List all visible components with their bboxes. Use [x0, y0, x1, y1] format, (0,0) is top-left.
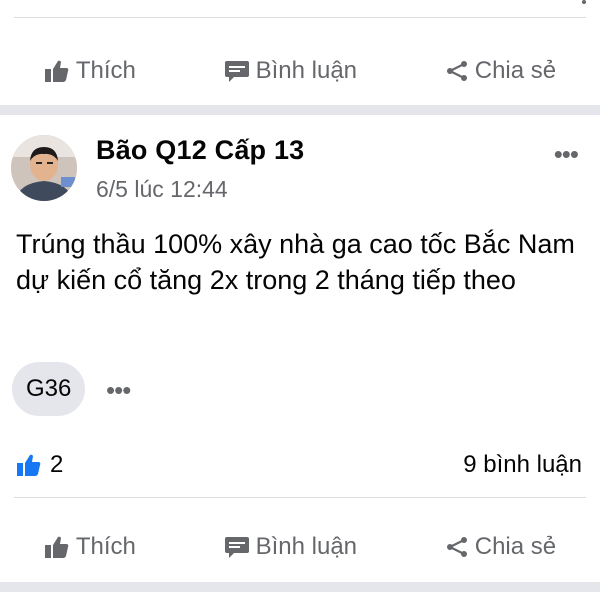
post-action-bar: Thích Bình luận Chia sẻ [0, 515, 600, 579]
comment-icon [224, 61, 249, 82]
tag-label: G36 [26, 375, 72, 402]
avatar-image [11, 135, 77, 201]
post-separator [0, 105, 600, 115]
share-label: Chia sẻ [474, 57, 557, 84]
post-timestamp[interactable]: 6/5 lúc 12:44 [96, 176, 228, 203]
post-separator [0, 582, 600, 592]
like-label: Thích [75, 533, 136, 560]
comment-button[interactable]: Bình luận [224, 533, 357, 561]
comment-icon [224, 537, 249, 558]
stock-tag-chip[interactable]: G36 [12, 362, 86, 416]
divider [14, 497, 586, 498]
like-button[interactable]: Thích [44, 533, 136, 561]
comment-button[interactable]: Bình luận [224, 57, 357, 85]
share-label: Chia sẻ [474, 533, 557, 560]
comment-label: Bình luận [255, 57, 358, 84]
more-options-icon[interactable] [582, 0, 586, 4]
post-text: Trúng thầu 100% xây nhà ga cao tốc Bắc N… [16, 229, 575, 295]
previous-post-action-bar: Thích Bình luận Chia sẻ [0, 39, 600, 103]
divider [14, 17, 586, 18]
author-name[interactable]: Bão Q12 Cấp 13 [96, 135, 304, 166]
like-button[interactable]: Thích [44, 57, 136, 85]
thumbs-up-icon [44, 60, 69, 82]
previous-post-edge [0, 0, 600, 18]
share-icon [446, 61, 467, 81]
like-reaction-icon [17, 454, 41, 476]
comment-count[interactable]: 9 bình luận [463, 451, 582, 479]
reaction-summary[interactable]: 2 [16, 451, 63, 479]
share-button[interactable]: Chia sẻ [445, 533, 556, 561]
thumbs-up-icon [44, 536, 69, 558]
share-icon [446, 537, 467, 557]
like-count: 2 [50, 451, 64, 478]
comment-label: Bình luận [255, 533, 358, 560]
more-tags-icon[interactable]: ••• [106, 375, 131, 406]
avatar[interactable] [11, 135, 77, 201]
more-options-icon[interactable]: ••• [554, 139, 579, 170]
share-button[interactable]: Chia sẻ [445, 57, 556, 85]
like-label: Thích [75, 57, 136, 84]
